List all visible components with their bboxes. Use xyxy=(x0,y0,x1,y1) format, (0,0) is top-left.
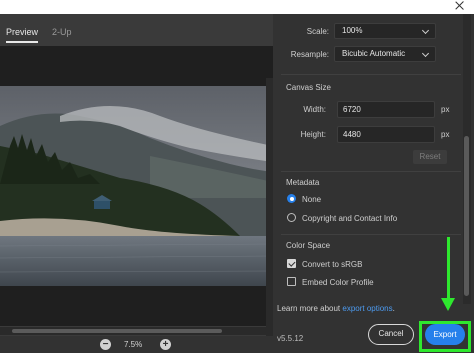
arrow-head-icon xyxy=(441,298,455,311)
zoom-in-icon[interactable]: + xyxy=(160,339,171,350)
preview-canvas[interactable] xyxy=(0,46,273,353)
resample-label: Resample: xyxy=(290,50,329,59)
scale-label: Scale: xyxy=(306,27,329,36)
reset-button[interactable]: Reset xyxy=(413,150,447,164)
scale-select[interactable]: 100% xyxy=(334,23,436,39)
preview-vertical-scrollbar[interactable] xyxy=(266,78,273,353)
canvas-size-title: Canvas Size xyxy=(286,83,331,92)
resample-value: Bicubic Automatic xyxy=(342,49,406,58)
width-label: Width: xyxy=(303,105,326,114)
scale-value: 100% xyxy=(342,26,363,35)
divider xyxy=(281,234,461,235)
width-unit: px xyxy=(441,105,450,114)
export-button[interactable]: Export xyxy=(425,324,465,345)
metadata-none-label[interactable]: None xyxy=(302,195,321,204)
preview-pane: Preview 2-Up − 7.5% + xyxy=(0,14,273,353)
export-options-link[interactable]: export options xyxy=(342,304,392,313)
width-field[interactable]: 6720 xyxy=(337,101,435,118)
learn-more-text: Learn more about export options. xyxy=(277,304,395,313)
tab-2-up[interactable]: 2-Up xyxy=(52,27,72,37)
divider xyxy=(281,74,461,75)
embed-profile-label[interactable]: Embed Color Profile xyxy=(302,278,374,287)
metadata-copyright-label[interactable]: Copyright and Contact Info xyxy=(302,214,397,223)
tab-preview[interactable]: Preview xyxy=(6,27,38,37)
horizontal-scroll-thumb[interactable] xyxy=(12,329,222,333)
metadata-copyright-radio[interactable] xyxy=(287,213,296,222)
resample-select[interactable]: Bicubic Automatic xyxy=(334,46,436,62)
learn-more-prefix: Learn more about xyxy=(277,304,343,313)
divider xyxy=(281,171,461,172)
chevron-down-icon xyxy=(421,26,430,35)
zoom-out-icon[interactable]: − xyxy=(100,339,111,350)
preview-image xyxy=(0,86,273,286)
convert-srgb-checkbox[interactable] xyxy=(287,259,296,268)
cancel-button[interactable]: Cancel xyxy=(368,324,414,345)
close-icon[interactable] xyxy=(454,0,466,12)
convert-srgb-label[interactable]: Convert to sRGB xyxy=(302,260,362,269)
preview-horizontal-scrollbar[interactable] xyxy=(0,327,273,335)
metadata-title: Metadata xyxy=(286,178,320,187)
version-label: v5.5.12 xyxy=(277,334,304,343)
learn-more-suffix: . xyxy=(392,304,395,313)
export-dialog: Preview 2-Up − 7.5% + Scale: 100% Resamp… xyxy=(0,0,474,353)
height-label: Height: xyxy=(300,130,326,139)
settings-scroll-thumb[interactable] xyxy=(464,136,469,296)
height-unit: px xyxy=(441,130,450,139)
zoom-bar: − 7.5% + xyxy=(0,336,273,353)
preview-tabs: Preview 2-Up xyxy=(0,14,273,46)
embed-profile-checkbox[interactable] xyxy=(287,277,296,286)
dialog-footer: v5.5.12 Cancel Export xyxy=(273,318,474,353)
chevron-down-icon xyxy=(421,49,430,58)
settings-scrollbar[interactable] xyxy=(463,14,471,304)
dialog-top-strip xyxy=(0,0,474,14)
arrow-down-icon xyxy=(447,237,450,301)
active-tab-indicator xyxy=(6,41,38,43)
color-space-title: Color Space xyxy=(286,241,331,250)
height-field[interactable]: 4480 xyxy=(337,126,435,143)
metadata-none-radio[interactable] xyxy=(287,194,296,203)
zoom-level: 7.5% xyxy=(124,340,143,349)
